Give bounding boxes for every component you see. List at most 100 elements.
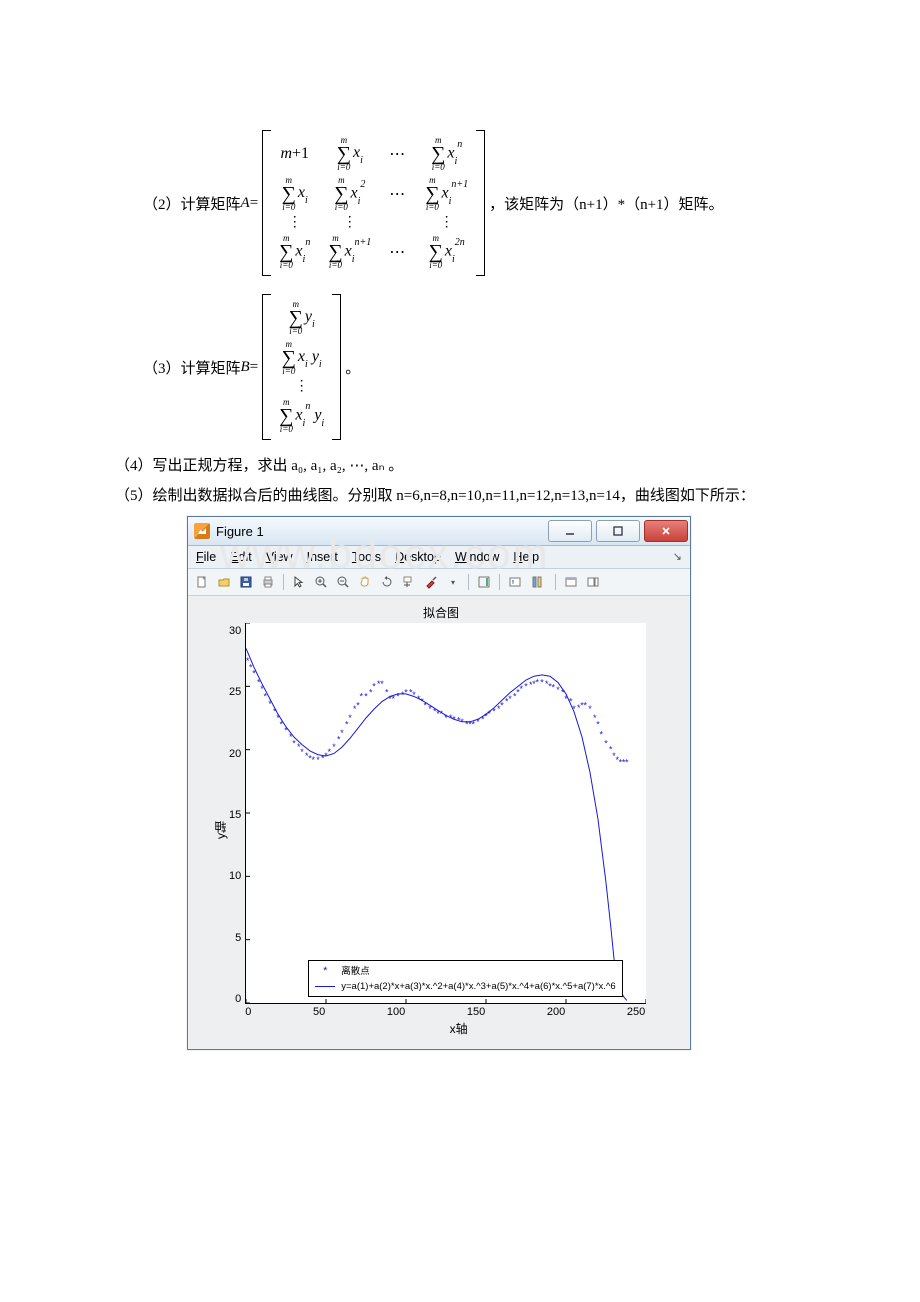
save-icon[interactable] xyxy=(236,572,256,592)
xtick: 250 xyxy=(627,1006,645,1018)
print-icon[interactable] xyxy=(258,572,278,592)
svg-text:*: * xyxy=(556,685,560,695)
ytick: 30 xyxy=(229,625,241,637)
xtick: 200 xyxy=(547,1006,565,1018)
legend[interactable]: * 离散点 y=a(1)+a(2)*x+a(3)*x.^2+a(4)*x.^3+a… xyxy=(308,960,622,997)
svg-text:*: * xyxy=(625,757,629,767)
svg-text:*: * xyxy=(552,683,556,693)
rotate-icon[interactable] xyxy=(377,572,397,592)
svg-text:*: * xyxy=(404,688,408,698)
eq3-label-pre: （3）计算矩阵 xyxy=(143,357,241,378)
xtick: 50 xyxy=(313,1006,325,1018)
svg-text:*: * xyxy=(520,684,524,694)
ytick: 5 xyxy=(229,932,241,944)
new-icon[interactable] xyxy=(192,572,212,592)
equation-3: （3）计算矩阵 B = m∑i=0yi m∑i=0xi yi ⋮ m∑i=0xi… xyxy=(143,294,805,440)
svg-text:*: * xyxy=(536,678,540,688)
svg-text:*: * xyxy=(268,699,272,709)
pointer-icon[interactable] xyxy=(289,572,309,592)
svg-text:*: * xyxy=(524,681,528,691)
menu-expand-icon[interactable]: ↘ xyxy=(673,550,682,564)
insert-legend-icon[interactable] xyxy=(505,572,525,592)
ytick: 25 xyxy=(229,686,241,698)
eq3-equals: = xyxy=(250,359,258,376)
pan-icon[interactable] xyxy=(355,572,375,592)
svg-text:*: * xyxy=(604,738,608,748)
xtick: 0 xyxy=(245,1006,251,1018)
svg-text:*: * xyxy=(440,709,444,719)
equation-2: （2）计算矩阵 A = m+1 m∑i=0xi ⋯ m∑i=0xin m∑i=0… xyxy=(143,130,805,276)
menu-file[interactable]: File xyxy=(196,550,216,564)
xtick: 100 xyxy=(387,1006,405,1018)
svg-text:*: * xyxy=(508,694,512,704)
plot-area: 拟合图 y轴 30 25 20 15 10 5 0 **************… xyxy=(188,596,690,1049)
svg-text:*: * xyxy=(600,729,604,739)
y-ticks: 30 25 20 15 10 5 0 xyxy=(229,623,245,1007)
insert-colorbar-icon[interactable] xyxy=(527,572,547,592)
matrix-A: m+1 m∑i=0xi ⋯ m∑i=0xin m∑i=0xi m∑i=0xi2 … xyxy=(262,130,485,276)
svg-text:*: * xyxy=(316,755,320,765)
hide-plot-tools-icon[interactable] xyxy=(561,572,581,592)
eq2-equals: = xyxy=(250,195,258,212)
svg-text:*: * xyxy=(300,747,304,757)
colorbar-icon[interactable] xyxy=(474,572,494,592)
toolbar: ▾ xyxy=(188,569,690,596)
eq2-label-pre: （2）计算矩阵 xyxy=(143,193,241,214)
svg-text:*: * xyxy=(280,719,284,729)
matrix-B: m∑i=0yi m∑i=0xi yi ⋮ m∑i=0xin yi xyxy=(262,294,341,440)
svg-text:*: * xyxy=(584,700,588,710)
eq2-var: A xyxy=(241,195,250,212)
axes[interactable]: ****************************************… xyxy=(245,623,646,1004)
svg-text:*: * xyxy=(312,755,316,765)
menu-edit[interactable]: Edit xyxy=(230,550,252,564)
datacursor-icon[interactable] xyxy=(399,572,419,592)
svg-text:*: * xyxy=(360,691,364,701)
legend-line-icon xyxy=(315,986,335,987)
menu-desktop[interactable]: Desktop xyxy=(395,550,441,564)
svg-text:*: * xyxy=(596,719,600,729)
menu-window[interactable]: Window xyxy=(455,550,499,564)
menu-help[interactable]: Help xyxy=(513,550,539,564)
menu-insert[interactable]: Insert xyxy=(307,550,338,564)
open-icon[interactable] xyxy=(214,572,234,592)
y-axis-label: y轴 xyxy=(210,623,229,1037)
legend-marker-icon: * xyxy=(315,964,335,979)
show-plot-tools-icon[interactable] xyxy=(583,572,603,592)
ytick: 10 xyxy=(229,870,241,882)
ytick: 15 xyxy=(229,809,241,821)
zoom-in-icon[interactable] xyxy=(311,572,331,592)
window-title: Figure 1 xyxy=(216,524,264,539)
menu-view[interactable]: View xyxy=(266,550,293,564)
svg-text:*: * xyxy=(340,728,344,738)
x-axis-label: x轴 xyxy=(245,1020,672,1037)
figure-window: Figure 1 File Edit View Insert Tools Des… xyxy=(187,516,691,1050)
svg-text:*: * xyxy=(356,700,360,710)
svg-text:*: * xyxy=(380,679,384,689)
paragraph-4: （4）写出正规方程，求出 a₀, a₁, a₂, ⋯, aₙ 。 xyxy=(115,454,805,478)
svg-text:*: * xyxy=(348,713,352,723)
menubar: File Edit View Insert Tools Desktop Wind… xyxy=(188,546,690,569)
svg-text:*: * xyxy=(540,678,544,688)
ytick: 20 xyxy=(229,748,241,760)
eq2-label-post: ，该矩阵为（n+1）*（n+1）矩阵。 xyxy=(489,193,723,214)
eq3-label-post: 。 xyxy=(345,357,360,378)
svg-text:*: * xyxy=(412,690,416,700)
svg-text:*: * xyxy=(332,742,336,752)
chart-title: 拟合图 xyxy=(210,604,672,621)
legend-item-1: 离散点 xyxy=(341,965,370,978)
svg-text:*: * xyxy=(396,691,400,701)
menu-tools[interactable]: Tools xyxy=(352,550,381,564)
maximize-button[interactable] xyxy=(596,520,640,542)
minimize-button[interactable] xyxy=(548,520,592,542)
link-icon[interactable]: ▾ xyxy=(443,572,463,592)
svg-text:*: * xyxy=(364,691,368,701)
svg-text:*: * xyxy=(588,704,592,714)
zoom-out-icon[interactable] xyxy=(333,572,353,592)
brush-icon[interactable] xyxy=(421,572,441,592)
xtick: 150 xyxy=(467,1006,485,1018)
close-button[interactable] xyxy=(644,520,688,542)
matlab-logo-icon xyxy=(194,523,210,539)
ytick: 0 xyxy=(229,993,241,1005)
paragraph-5: （5）绘制出数据拟合后的曲线图。分别取 n=6,n=8,n=10,n=11,n=… xyxy=(115,484,805,508)
legend-item-2: y=a(1)+a(2)*x+a(3)*x.^2+a(4)*x.^3+a(5)*x… xyxy=(341,980,615,993)
